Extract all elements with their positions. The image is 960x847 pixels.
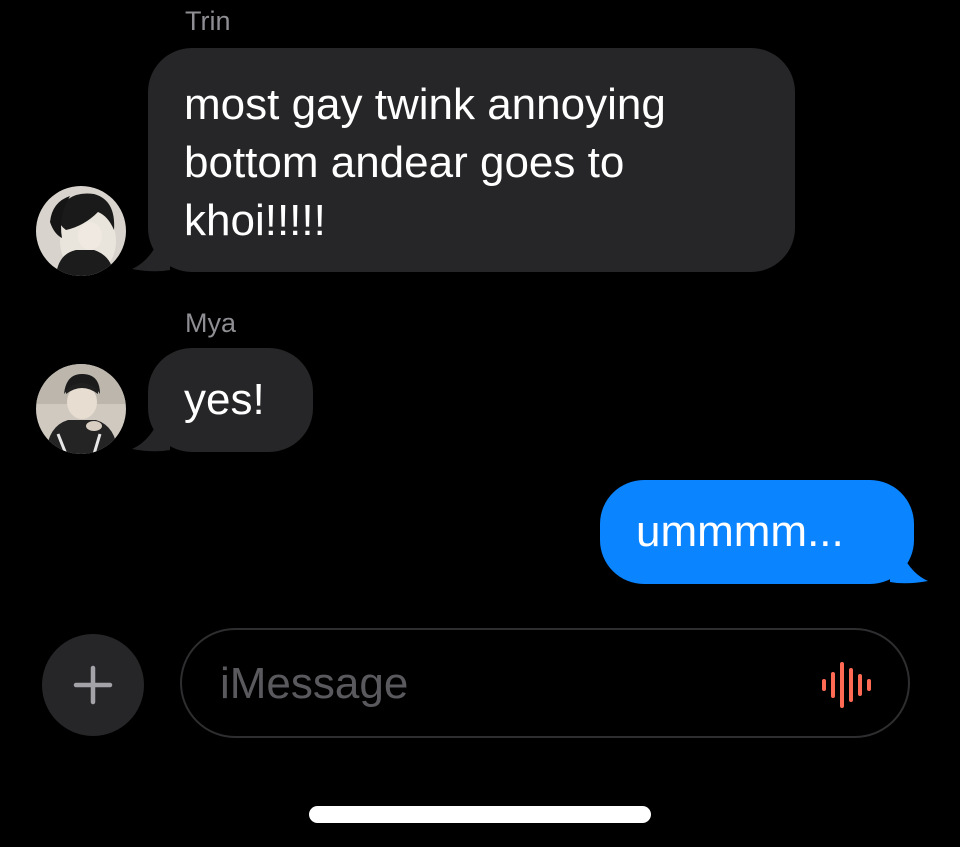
message-text-mya: yes! [184,375,265,424]
avatar-mya[interactable] [36,364,126,454]
bubble-tail-mya [132,422,170,452]
add-attachment-button[interactable] [42,634,144,736]
avatar-photo-trin [36,186,126,276]
message-bubble-trin[interactable]: most gay twink annoying bottom andear go… [148,48,795,272]
avatar-trin[interactable] [36,186,126,276]
bubble-tail-outgoing [890,554,928,584]
home-indicator[interactable] [309,806,651,823]
sender-name-trin: Trin [185,6,231,36]
message-bubble-mya[interactable]: yes! [148,348,313,452]
message-input-placeholder: iMessage [220,659,409,708]
waveform-icon [822,662,871,708]
avatar-photo-mya [36,364,126,454]
message-bubble-outgoing[interactable]: ummmm... [600,480,914,584]
message-input[interactable]: iMessage [180,628,910,738]
plus-icon [73,665,113,705]
bubble-tail-trin [132,242,170,272]
sender-name-mya: Mya [185,308,237,338]
message-text-outgoing: ummmm... [636,507,844,556]
message-text-trin: most gay twink annoying bottom andear go… [184,80,666,245]
audio-message-button[interactable] [816,660,876,710]
